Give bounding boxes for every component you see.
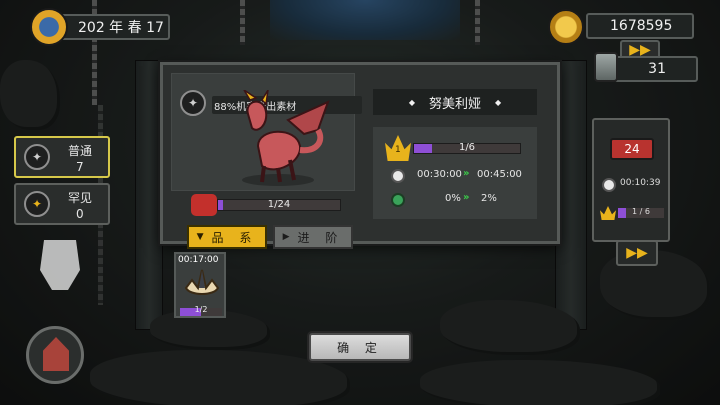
tab-advance-label: 进 阶 <box>297 230 344 245</box>
slot-timer: 00:17:00 <box>178 255 219 265</box>
season-moon-icon[interactable] <box>30 8 68 46</box>
confirm-button[interactable]: 确 定 <box>309 333 411 361</box>
rate-next: 2% <box>481 193 497 204</box>
tab-quality[interactable]: ▼ 品 系 <box>187 225 267 249</box>
dragon-sprite <box>242 90 330 186</box>
creature-icon <box>191 194 217 216</box>
diamond-icon: ◆ <box>495 97 502 107</box>
gold-amount: 1678595 <box>610 18 673 34</box>
creature-stats-panel: 1 1/6 00:30:00 » 00:45:00 0% » 2% <box>373 127 537 219</box>
common-count: 7 <box>76 160 84 174</box>
creature-info-card: 24 00:10:39 1 / 6 <box>592 118 670 242</box>
common-filter-card[interactable]: ✦ 普通 7 <box>14 136 110 178</box>
creature-dialog: ✦ 88%机率产出素材 1/24 ◆ 努美利娅 ◆ 1 1/6 00:30:00… <box>160 62 560 249</box>
rare-label: 罕见 <box>68 191 93 205</box>
time-next: 00:45:00 <box>477 169 522 180</box>
tab-advance[interactable]: ▶ 进 阶 <box>273 225 353 249</box>
fast-forward-icon: ▶▶ <box>626 245 648 261</box>
house-icon <box>43 337 69 371</box>
incubation-slot[interactable]: 00:17:00 1/2 <box>174 252 226 318</box>
common-label: 普通 <box>68 144 93 158</box>
triangle-right-icon: ▶ <box>282 232 290 242</box>
rank-progress-text: 1/6 <box>458 142 476 153</box>
rare-filter-card[interactable]: ✦ 罕见 0 <box>14 183 110 225</box>
diamond-icon: ◆ <box>408 97 415 107</box>
creature-name-box: ◆ 努美利娅 ◆ <box>373 89 537 115</box>
arrow-icon: » <box>463 192 470 203</box>
rate-current: 0% <box>445 193 461 204</box>
creature-progress-bar: 1/24 <box>217 199 341 211</box>
level-badge-text: 24 <box>624 142 640 156</box>
creature-portrait-panel: ✦ 88%机率产出素材 <box>171 73 362 191</box>
slot-progress-bar: 1/2 <box>180 305 222 316</box>
crown-icon <box>600 206 616 220</box>
potion-jar-icon[interactable] <box>594 52 618 82</box>
date-text: 202 年 春 17 <box>78 20 164 36</box>
right-timer: 00:10:39 <box>620 178 661 188</box>
rare-count: 0 <box>76 207 84 221</box>
rank-level: 1 <box>395 145 401 155</box>
gold-crystal-icon: ✦ <box>24 191 50 217</box>
slot-progress-text: 1/2 <box>194 305 208 314</box>
rank-progress-bar: 1/6 <box>413 142 521 154</box>
clock-icon <box>602 178 616 192</box>
gem-amount: 31 <box>648 61 666 77</box>
time-current: 00:30:00 <box>417 169 462 180</box>
egg-icon <box>184 269 220 295</box>
crystal-icon: ✦ <box>180 90 206 116</box>
gem-counter: 31 <box>614 56 698 82</box>
confirm-label: 确 定 <box>337 340 383 355</box>
gold-counter: 1678595 <box>586 13 694 39</box>
clock-icon <box>391 169 405 183</box>
creature-name: 努美利娅 <box>428 96 481 112</box>
rate-icon <box>391 193 405 207</box>
level-badge: 24 <box>610 138 654 160</box>
rank-bar: 1 / 6 <box>618 207 664 218</box>
triangle-down-icon: ▼ <box>196 232 204 242</box>
tab-quality-label: 品 系 <box>211 230 258 245</box>
crystal-icon: ✦ <box>24 144 50 170</box>
rank-bar-text: 1 / 6 <box>632 207 650 216</box>
arrow-icon: » <box>463 168 470 179</box>
shop-button[interactable] <box>26 326 84 384</box>
creature-progress-text: 1/24 <box>267 199 291 210</box>
gold-coin-icon[interactable] <box>548 9 584 45</box>
fast-forward-button[interactable]: ▶▶ <box>616 240 658 266</box>
